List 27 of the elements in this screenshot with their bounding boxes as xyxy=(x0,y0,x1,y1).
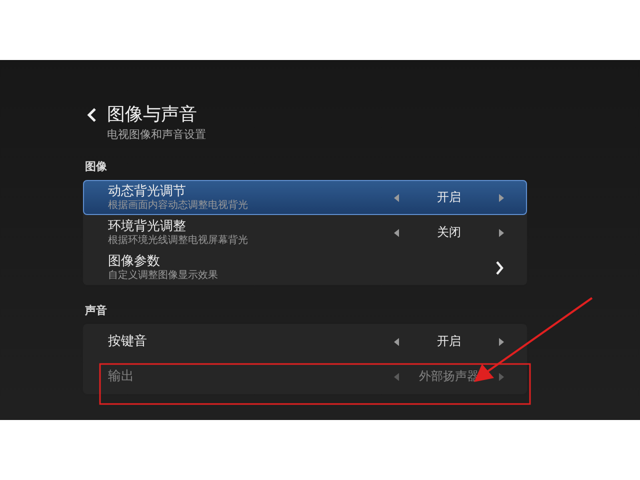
setting-value: 关闭 xyxy=(437,224,461,241)
chevron-right-icon[interactable] xyxy=(495,260,504,274)
setting-title: 输出 xyxy=(108,368,135,384)
right-arrow-icon[interactable] xyxy=(499,194,504,202)
left-arrow-icon[interactable] xyxy=(394,194,399,202)
setting-title: 按键音 xyxy=(108,334,148,350)
section-title: 声音 xyxy=(85,303,108,318)
section-title: 图像 xyxy=(85,159,108,174)
settings-row[interactable]: 环境背光调整 根据环境光线调整电视屏幕背光 关闭 xyxy=(83,215,527,250)
left-arrow-icon[interactable] xyxy=(394,338,399,346)
back-icon[interactable] xyxy=(87,107,97,123)
setting-title: 环境背光调整 xyxy=(108,218,187,234)
left-arrow-icon[interactable] xyxy=(394,228,399,236)
settings-row[interactable]: 图像参数 自定义调整图像显示效果 xyxy=(83,250,527,285)
settings-row[interactable]: 动态背光调节 根据画面内容动态调整电视背光 开启 xyxy=(83,180,527,215)
setting-description: 根据画面内容动态调整电视背光 xyxy=(108,200,249,212)
right-arrow-icon[interactable] xyxy=(499,338,504,346)
setting-description: 根据环境光线调整电视屏幕背光 xyxy=(108,234,249,246)
setting-title: 图像参数 xyxy=(108,254,161,270)
setting-description: 自定义调整图像显示效果 xyxy=(108,270,219,282)
setting-value: 开启 xyxy=(437,333,461,350)
page-subtitle: 电视图像和声音设置 xyxy=(107,128,206,141)
setting-title: 动态背光调节 xyxy=(108,184,187,200)
page-title: 图像与声音 xyxy=(107,104,198,126)
right-arrow-icon[interactable] xyxy=(499,228,504,236)
settings-row[interactable]: 按键音 开启 xyxy=(83,324,527,359)
setting-value: 开启 xyxy=(437,189,461,206)
